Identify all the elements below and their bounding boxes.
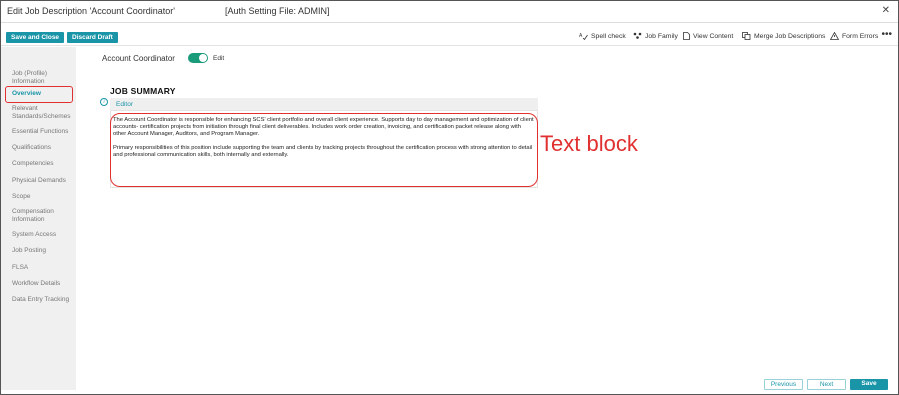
- info-icon[interactable]: i: [100, 98, 108, 106]
- editor-tab[interactable]: Editor: [116, 101, 133, 108]
- warning-icon: [830, 32, 839, 40]
- next-button[interactable]: Next: [807, 379, 846, 390]
- sidebar-item-job-profile-information[interactable]: Job (Profile) Information: [12, 70, 47, 86]
- view-content-label: View Content: [693, 32, 734, 40]
- form-errors-label: Form Errors: [842, 32, 879, 40]
- toggle-knob: [199, 54, 207, 62]
- merge-label: Merge Job Descriptions: [754, 32, 826, 40]
- discard-draft-button[interactable]: Discard Draft: [67, 32, 118, 43]
- title-bar: Edit Job Description 'Account Coordinato…: [1, 1, 898, 23]
- previous-button[interactable]: Previous: [764, 379, 803, 390]
- svg-text:A: A: [579, 33, 583, 39]
- overview-highlight-box: [5, 86, 73, 103]
- sidebar-item-scope[interactable]: Scope: [12, 193, 30, 201]
- auth-setting-label: [Auth Setting File: ADMIN]: [225, 6, 330, 16]
- toolbar: Save and Close Discard Draft A Spell che…: [1, 24, 898, 46]
- text-block-highlight-box: [110, 113, 538, 187]
- job-family-button[interactable]: Job Family: [633, 32, 678, 40]
- sidebar-item-essential-functions[interactable]: Essential Functions: [12, 128, 68, 136]
- sidebar-item-workflow-details[interactable]: Workflow Details: [12, 280, 60, 288]
- sidebar-item-system-access[interactable]: System Access: [12, 231, 56, 239]
- sidebar-item-qualifications[interactable]: Qualifications: [12, 144, 51, 152]
- view-content-button[interactable]: View Content: [683, 32, 733, 40]
- more-options-icon[interactable]: •••: [881, 29, 892, 40]
- job-family-icon: [633, 32, 642, 39]
- spell-check-label: Spell check: [591, 32, 626, 40]
- save-button[interactable]: Save: [850, 379, 888, 390]
- editor-bar: Editor: [110, 98, 538, 110]
- close-icon[interactable]: ✕: [882, 5, 890, 16]
- sidebar-item-flsa[interactable]: FLSA: [12, 264, 28, 272]
- section-title: JOB SUMMARY: [110, 86, 176, 96]
- text-block-annotation: Text block: [540, 131, 638, 156]
- job-family-label: Job Family: [645, 32, 678, 40]
- merge-job-descriptions-button[interactable]: Merge Job Descriptions: [742, 32, 825, 40]
- sidebar-item-competencies[interactable]: Competencies: [12, 160, 54, 168]
- document-icon: [683, 32, 690, 40]
- form-errors-button[interactable]: Form Errors: [830, 32, 878, 40]
- sidebar-item-relevant-standards[interactable]: Relevant Standards/Schemes: [12, 105, 71, 121]
- merge-icon: [742, 32, 751, 40]
- role-name: Account Coordinator: [102, 54, 175, 63]
- spell-check-button[interactable]: A Spell check: [579, 32, 626, 40]
- sidebar-item-data-entry-tracking[interactable]: Data Entry Tracking: [12, 296, 69, 304]
- edit-toggle[interactable]: [188, 53, 208, 63]
- sidebar-item-job-posting[interactable]: Job Posting: [12, 247, 46, 255]
- window-title: Edit Job Description 'Account Coordinato…: [7, 6, 176, 16]
- save-and-close-button[interactable]: Save and Close: [6, 32, 65, 43]
- edit-toggle-label: Edit: [213, 55, 225, 62]
- sidebar-item-physical-demands[interactable]: Physical Demands: [12, 177, 66, 185]
- spell-check-icon: A: [579, 33, 588, 40]
- sidebar-item-compensation-information[interactable]: Compensation Information: [12, 208, 54, 224]
